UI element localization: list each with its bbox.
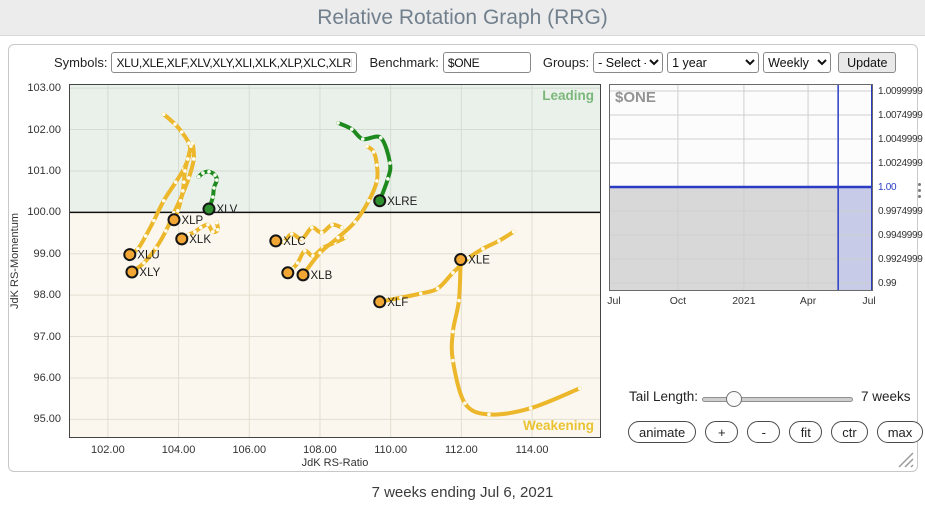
ctr-button[interactable]: ctr	[831, 421, 867, 443]
symbol-marker-XLE[interactable]	[455, 254, 466, 265]
mini-chart-symbol-label: $ONE	[615, 89, 656, 106]
tail-length-slider-thumb[interactable]	[726, 391, 742, 407]
period-select[interactable]: 1 year	[667, 52, 759, 73]
x-tick-label: 114.00	[506, 444, 558, 456]
groups-select[interactable]: - Select -	[593, 52, 663, 73]
y-tick-label: 99.00	[23, 248, 61, 260]
symbol-label-XLF: XLF	[387, 297, 408, 309]
symbol-marker-XLP[interactable]	[168, 214, 179, 225]
symbol-marker-XLI[interactable]	[282, 267, 293, 278]
main-panel: Symbols: Benchmark: Groups: - Select - 1…	[8, 44, 918, 472]
symbol-marker-XLB[interactable]	[298, 269, 309, 280]
y-tick-label: 98.00	[23, 289, 61, 301]
x-tick-label: 112.00	[435, 444, 487, 456]
symbol-marker-XLU[interactable]	[124, 249, 135, 260]
quadrant-label-weakening: Weakening	[523, 418, 594, 433]
symbols-label: Symbols:	[54, 55, 107, 70]
symbol-marker-XLK[interactable]	[176, 233, 187, 244]
x-tick-label: 110.00	[365, 444, 417, 456]
y-tick-label: 101.00	[23, 165, 61, 177]
symbol-marker-XLY[interactable]	[126, 266, 137, 277]
chart-caption: 7 weeks ending Jul 6, 2021	[0, 484, 925, 501]
zoom-in-button[interactable]: +	[705, 421, 738, 443]
y-tick-label: 100.00	[23, 206, 61, 218]
mini-y-tick-label: 0.9949999	[878, 230, 925, 241]
x-axis-title: JdK RS-Ratio	[69, 457, 601, 469]
symbol-label-XLK: XLK	[189, 234, 211, 246]
mini-y-tick-label: 0.9974999	[878, 206, 925, 217]
mini-y-tick-label: 1.0099999	[878, 86, 925, 97]
symbols-input[interactable]	[111, 52, 357, 73]
mini-x-tick-label: Jul	[847, 295, 891, 307]
benchmark-label: Benchmark:	[369, 55, 438, 70]
mini-y-tick-label: 0.9924999	[878, 254, 925, 265]
y-tick-label: 97.00	[23, 331, 61, 343]
symbol-label-XLC: XLC	[283, 236, 305, 248]
y-tick-label: 95.00	[23, 413, 61, 425]
mini-x-tick-label: Oct	[656, 295, 700, 307]
mini-y-tick-label: 1.0049999	[878, 134, 925, 145]
mini-y-tick-label: 0.99	[878, 278, 925, 289]
symbol-marker-XLC[interactable]	[270, 235, 281, 246]
mini-y-tick-label: 1.0024999	[878, 158, 925, 169]
symbol-label-XLY: XLY	[139, 267, 160, 279]
symbol-marker-XLV[interactable]	[203, 204, 214, 215]
symbol-marker-XLF[interactable]	[374, 296, 385, 307]
toolbar: Symbols: Benchmark: Groups: - Select - 1…	[54, 52, 896, 73]
y-tick-label: 103.00	[23, 82, 61, 94]
update-button[interactable]: Update	[838, 52, 896, 73]
panel-drag-handle-icon[interactable]	[918, 183, 922, 198]
frequency-select[interactable]: Weekly	[763, 52, 831, 73]
y-tick-label: 96.00	[23, 372, 61, 384]
symbol-label-XLU: XLU	[137, 250, 159, 262]
mini-x-tick-label: 2021	[722, 295, 766, 307]
symbol-label-XLRE: XLRE	[387, 196, 417, 208]
groups-label: Groups:	[543, 55, 589, 70]
symbol-label-XLV: XLV	[216, 204, 237, 216]
benchmark-mini-chart[interactable]: $ONE	[609, 84, 873, 291]
y-tick-label: 102.00	[23, 124, 61, 136]
animate-button[interactable]: animate	[628, 421, 696, 443]
x-tick-label: 106.00	[223, 444, 275, 456]
x-tick-label: 108.00	[294, 444, 346, 456]
rrg-chart-canvas[interactable]: XLU XLY XLP XLK XLC XLB XLE XLF XLV XLRE Leading We…	[69, 84, 601, 438]
tail-length-slider-track[interactable]	[702, 397, 853, 402]
symbol-label-XLP: XLP	[181, 215, 203, 227]
x-tick-label: 104.00	[153, 444, 205, 456]
tail-length-value: 7 weeks	[861, 389, 911, 404]
max-button[interactable]: max	[877, 421, 924, 443]
mini-x-tick-label: Jul	[592, 295, 636, 307]
symbol-marker-XLRE[interactable]	[374, 195, 385, 206]
y-axis-title: JdK RS-Momentum	[6, 84, 24, 438]
mini-x-tick-label: Apr	[786, 295, 830, 307]
chart-control-buttons: animate +-fitctrmax	[628, 421, 923, 443]
benchmark-input[interactable]	[443, 52, 531, 73]
page-title: Relative Rotation Graph (RRG)	[0, 0, 925, 35]
fit-button[interactable]: fit	[789, 421, 822, 443]
quadrant-label-leading: Leading	[542, 88, 594, 103]
symbol-label-XLB: XLB	[311, 270, 333, 282]
x-tick-label: 102.00	[82, 444, 134, 456]
mini-y-tick-label: 1.0074999	[878, 110, 925, 121]
app-header: Relative Rotation Graph (RRG)	[0, 0, 925, 36]
resize-grip-icon[interactable]	[893, 447, 915, 469]
symbol-label-XLE: XLE	[468, 255, 490, 267]
zoom-out-button[interactable]: -	[747, 421, 780, 443]
tail-length-label: Tail Length:	[629, 389, 698, 404]
